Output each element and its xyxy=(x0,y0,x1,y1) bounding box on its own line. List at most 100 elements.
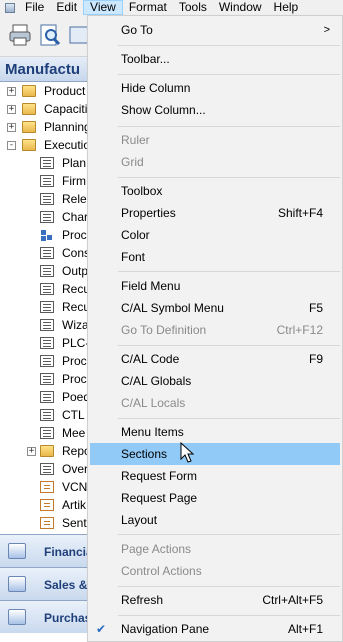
tree-item[interactable]: Mee xyxy=(0,424,89,442)
tree-item[interactable]: Sent xyxy=(0,514,89,532)
menu-help[interactable]: Help xyxy=(268,0,305,15)
menu-item-toolbar[interactable]: Toolbar... xyxy=(90,48,340,70)
menu-item-sections[interactable]: Sections xyxy=(90,443,340,465)
menu-item-grid[interactable]: Grid xyxy=(90,151,340,173)
tree-item[interactable]: Proc xyxy=(0,370,89,388)
form-icon xyxy=(40,391,54,403)
tree-item[interactable]: + Planning xyxy=(0,118,89,136)
menu-view[interactable]: View xyxy=(83,0,123,15)
tree-item[interactable]: CTL xyxy=(0,406,89,424)
menu-window[interactable]: Window xyxy=(213,0,268,15)
form-icon xyxy=(40,355,54,367)
menu-item-c-al-locals[interactable]: C/AL Locals xyxy=(90,392,340,414)
tree-item[interactable]: Recu xyxy=(0,298,89,316)
tree-item[interactable]: Artik xyxy=(0,496,89,514)
tree-item-label: CTL xyxy=(62,408,85,422)
collapse-icon[interactable]: - xyxy=(7,141,16,150)
tree-item-label: Planning xyxy=(44,120,89,134)
expand-icon[interactable]: + xyxy=(7,87,16,96)
nav-button-purchase[interactable]: Purchas xyxy=(0,600,91,633)
tree-item[interactable]: Poed xyxy=(0,388,89,406)
menu-item-c-al-symbol-menu[interactable]: C/AL Symbol Menu F5 xyxy=(90,297,340,319)
tree-item[interactable]: Wiza xyxy=(0,316,89,334)
menu-item-menu-items[interactable]: Menu Items xyxy=(90,421,340,443)
tree-item[interactable]: PLC- xyxy=(0,334,89,352)
menu-item-label: C/AL Code xyxy=(121,352,180,366)
menu-separator xyxy=(118,271,340,272)
tree-item[interactable]: Proc xyxy=(0,226,89,244)
expand-icon[interactable]: + xyxy=(7,105,16,114)
tree-item[interactable]: Over xyxy=(0,460,89,478)
menu-tools[interactable]: Tools xyxy=(173,0,213,15)
menu-item-go-to-definition[interactable]: Go To Definition Ctrl+F12 xyxy=(90,319,340,341)
tree-item[interactable]: Cons xyxy=(0,244,89,262)
menu-edit[interactable]: Edit xyxy=(50,0,83,15)
menu-item-refresh[interactable]: Refresh Ctrl+Alt+F5 xyxy=(90,589,340,611)
menu-item-label: Request Page xyxy=(121,491,198,505)
expand-icon[interactable]: + xyxy=(27,447,36,456)
menu-item-color[interactable]: Color xyxy=(90,224,340,246)
tree-item[interactable]: + Repo xyxy=(0,442,89,460)
tree-item[interactable]: Plan xyxy=(0,154,89,172)
menu-item-label: Navigation Pane xyxy=(121,622,210,636)
menu-item-font[interactable]: Font xyxy=(90,246,340,268)
tree-item[interactable]: + Product xyxy=(0,82,89,100)
tree-item[interactable]: Firm xyxy=(0,172,89,190)
report-icon xyxy=(40,499,54,511)
tree-item[interactable]: + Capaciti xyxy=(0,100,89,118)
form-icon xyxy=(40,319,54,331)
folder-icon xyxy=(22,103,36,115)
menu-item-label: C/AL Globals xyxy=(121,374,192,388)
menu-item-shortcut: F9 xyxy=(308,352,323,366)
menu-item-label: Field Menu xyxy=(121,279,181,293)
menu-item-label: Layout xyxy=(121,513,158,527)
menu-file[interactable]: File xyxy=(19,0,50,15)
menu-item-toolbox[interactable]: Toolbox xyxy=(90,180,340,202)
menu-format[interactable]: Format xyxy=(123,0,173,15)
menu-item-ruler[interactable]: Ruler xyxy=(90,129,340,151)
form-icon xyxy=(40,373,54,385)
menu-item-request-page[interactable]: Request Page xyxy=(90,487,340,509)
menu-item-navigation-pane[interactable]: ✔ Navigation Pane Alt+F1 xyxy=(90,618,340,640)
menu-item-label: C/AL Symbol Menu xyxy=(121,301,224,315)
menu-separator xyxy=(118,345,340,346)
menu-item-properties[interactable]: Properties Shift+F4 xyxy=(90,202,340,224)
menu-item-request-form[interactable]: Request Form xyxy=(90,465,340,487)
nav-button-label: Sales & xyxy=(44,578,88,592)
navigation-pane: Manufactu + Product + Capaciti + Planning - Exe… xyxy=(0,57,93,642)
menu-item-page-actions[interactable]: Page Actions xyxy=(90,538,340,560)
tree-item-label: Poed xyxy=(62,390,89,404)
tree-item[interactable]: VCN xyxy=(0,478,89,496)
form-icon xyxy=(40,193,54,205)
menu-item-show-column[interactable]: Show Column... xyxy=(90,99,340,121)
menu-item-field-menu[interactable]: Field Menu xyxy=(90,275,340,297)
tree-item[interactable]: - Executio xyxy=(0,136,89,154)
tree-item[interactable]: Proc xyxy=(0,352,89,370)
menu-item-control-actions[interactable]: Control Actions xyxy=(90,560,340,582)
print-icon[interactable] xyxy=(8,23,32,47)
nav-button-sales[interactable]: Sales & xyxy=(0,567,90,600)
print-preview-icon[interactable] xyxy=(38,23,62,47)
tree-item-label: Firm xyxy=(62,174,86,188)
menu-item-label: Request Form xyxy=(121,469,198,483)
menu-separator xyxy=(118,534,340,535)
menu-item-hide-column[interactable]: Hide Column xyxy=(90,77,340,99)
tree-item[interactable]: Rele xyxy=(0,190,89,208)
folder-icon xyxy=(40,445,54,457)
tree-item-label: Cons xyxy=(62,246,89,260)
nav-pane-buttons: Financia Sales & Purchas xyxy=(0,534,93,633)
tree-item[interactable]: Recu xyxy=(0,280,89,298)
expand-icon[interactable]: + xyxy=(7,123,16,132)
tree-item[interactable]: Outp xyxy=(0,262,89,280)
menu-item-c-al-globals[interactable]: C/AL Globals xyxy=(90,370,340,392)
menu-item-label: Font xyxy=(121,250,146,264)
nav-button-financial[interactable]: Financia xyxy=(0,534,93,567)
nav-pane-header: Manufactu xyxy=(0,57,89,82)
menu-item-go-to[interactable]: Go To > xyxy=(90,19,340,41)
menu-item-layout[interactable]: Layout xyxy=(90,509,340,531)
menu-item-c-al-code[interactable]: C/AL Code F9 xyxy=(90,348,340,370)
folder-icon xyxy=(22,139,36,151)
tree-item[interactable]: Char xyxy=(0,208,89,226)
menu-item-label: Menu Items xyxy=(121,425,184,439)
form-icon xyxy=(40,337,54,349)
